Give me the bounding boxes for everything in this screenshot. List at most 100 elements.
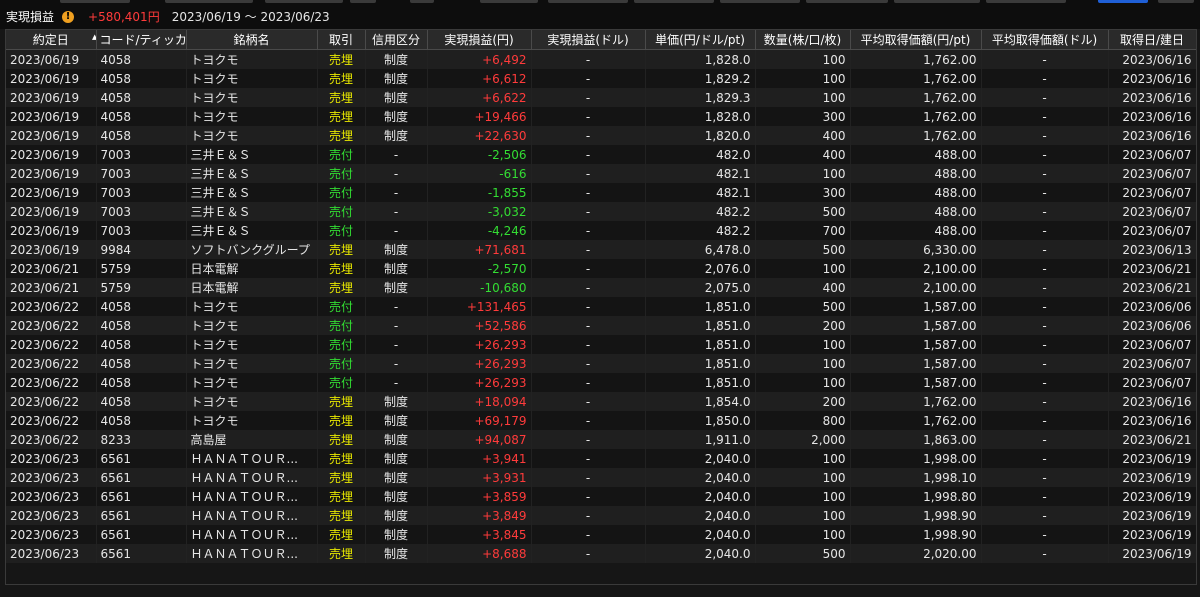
- acquired-date-cell: 2023/06/21: [1108, 278, 1196, 297]
- code-cell: 4058: [96, 107, 187, 126]
- name-cell: ＨＡＮＡＴＯＵＲ...: [186, 544, 318, 563]
- name-cell: トヨクモ: [186, 316, 318, 335]
- column-header-avg-cost-jpy[interactable]: 平均取得価額(円/pt): [850, 30, 982, 50]
- column-header-quantity[interactable]: 数量(株/口/枚): [755, 30, 851, 50]
- trade-type-cell: 売付: [317, 316, 366, 335]
- table-row[interactable]: 2023/06/23 6561 ＨＡＮＡＴＯＵＲ... 売埋 制度 +8,688-2,04…: [6, 544, 1196, 563]
- quantity-cell: 200: [755, 316, 851, 335]
- table-row[interactable]: 2023/06/19 7003 三井Ｅ＆Ｓ 売付 - -3,032-482.2 500 488…: [6, 202, 1196, 221]
- avg-cost-usd-cell: -: [981, 164, 1109, 183]
- table-row[interactable]: 2023/06/22 4058 トヨクモ 売付 - +131,465-1,851.0 500…: [6, 297, 1196, 316]
- code-cell: 7003: [96, 202, 187, 221]
- column-header-trade[interactable]: 取引: [317, 30, 366, 50]
- trade-date-cell: 2023/06/23: [6, 468, 97, 487]
- quantity-cell: 100: [755, 373, 851, 392]
- table-row[interactable]: 2023/06/22 8233 高島屋 売埋 制度 +94,087-1,911.0 2,00…: [6, 430, 1196, 449]
- price-cell: 1,829.3: [645, 88, 756, 107]
- code-cell: 6561: [96, 487, 187, 506]
- realized-pl-jpy-cell: +6,612: [427, 69, 532, 88]
- table-row[interactable]: 2023/06/23 6561 ＨＡＮＡＴＯＵＲ... 売埋 制度 +3,849-2,04…: [6, 506, 1196, 525]
- table-row[interactable]: 2023/06/19 7003 三井Ｅ＆Ｓ 売付 - -616-482.1 100 488.0…: [6, 164, 1196, 183]
- margin-type-cell: -: [365, 335, 428, 354]
- realized-pl-usd-cell: -: [531, 259, 646, 278]
- acquired-date-cell: 2023/06/06: [1108, 297, 1196, 316]
- acquired-date-cell: 2023/06/16: [1108, 88, 1196, 107]
- name-cell: ソフトバンクグループ: [186, 240, 318, 259]
- trade-date-cell: 2023/06/21: [6, 278, 97, 297]
- name-cell: ＨＡＮＡＴＯＵＲ...: [186, 487, 318, 506]
- table-row[interactable]: 2023/06/22 4058 トヨクモ 売埋 制度 +69,179-1,850.0 800…: [6, 411, 1196, 430]
- column-header-name[interactable]: 銘柄名: [186, 30, 318, 50]
- code-cell: 6561: [96, 449, 187, 468]
- table-row[interactable]: 2023/06/22 4058 トヨクモ 売付 - +26,293-1,851.0 100 1…: [6, 354, 1196, 373]
- name-cell: トヨクモ: [186, 88, 318, 107]
- realized-pl-usd-cell: -: [531, 145, 646, 164]
- table-row[interactable]: 2023/06/22 4058 トヨクモ 売付 - +26,293-1,851.0 100 1…: [6, 373, 1196, 392]
- margin-type-cell: -: [365, 297, 428, 316]
- realized-pl-usd-cell: -: [531, 335, 646, 354]
- toolbar-control-hint: [350, 0, 376, 3]
- column-header-avg-cost-usd[interactable]: 平均取得価額(ドル): [981, 30, 1109, 50]
- avg-cost-jpy-cell: 2,100.00: [850, 278, 982, 297]
- trade-type-cell: 売埋: [317, 411, 366, 430]
- trade-type-cell: 売埋: [317, 69, 366, 88]
- trade-type-cell: 売付: [317, 354, 366, 373]
- table-row[interactable]: 2023/06/19 4058 トヨクモ 売埋 制度 +6,622-1,829.3 100 1…: [6, 88, 1196, 107]
- code-cell: 6561: [96, 544, 187, 563]
- trade-date-cell: 2023/06/19: [6, 88, 97, 107]
- table-row[interactable]: 2023/06/23 6561 ＨＡＮＡＴＯＵＲ... 売埋 制度 +3,941-2,04…: [6, 449, 1196, 468]
- realized-pl-usd-cell: -: [531, 221, 646, 240]
- trade-date-cell: 2023/06/22: [6, 373, 97, 392]
- table-row[interactable]: 2023/06/23 6561 ＨＡＮＡＴＯＵＲ... 売埋 制度 +3,845-2,04…: [6, 525, 1196, 544]
- table-row[interactable]: 2023/06/23 6561 ＨＡＮＡＴＯＵＲ... 売埋 制度 +3,931-2,04…: [6, 468, 1196, 487]
- realized-pl-jpy-cell: +3,941: [427, 449, 532, 468]
- margin-type-cell: 制度: [365, 544, 428, 563]
- column-header-margin[interactable]: 信用区分: [365, 30, 428, 50]
- acquired-date-cell: 2023/06/07: [1108, 183, 1196, 202]
- trade-date-cell: 2023/06/19: [6, 221, 97, 240]
- trade-type-cell: 売付: [317, 164, 366, 183]
- column-header-pl-usd[interactable]: 実現損益(ドル): [531, 30, 646, 50]
- table-row[interactable]: 2023/06/19 9984 ソフトバンクグループ 売埋 制度 +71,681-6,47…: [6, 240, 1196, 259]
- price-cell: 2,040.0: [645, 449, 756, 468]
- quantity-cell: 500: [755, 544, 851, 563]
- column-header-acquired-date[interactable]: 取得日/建日: [1108, 30, 1196, 50]
- column-header-trade-date[interactable]: 約定日▲: [6, 30, 97, 50]
- margin-type-cell: -: [365, 164, 428, 183]
- table-row[interactable]: 2023/06/22 4058 トヨクモ 売付 - +26,293-1,851.0 100 1…: [6, 335, 1196, 354]
- table-row[interactable]: 2023/06/21 5759 日本電解 売埋 制度 -10,680-2,075.0 400…: [6, 278, 1196, 297]
- realized-pl-jpy-cell: +6,622: [427, 88, 532, 107]
- realized-pl-jpy-cell: +131,465: [427, 297, 532, 316]
- table-row[interactable]: 2023/06/22 4058 トヨクモ 売付 - +52,586-1,851.0 200 1…: [6, 316, 1196, 335]
- avg-cost-jpy-cell: 1,998.80: [850, 487, 982, 506]
- warning-icon[interactable]: !: [62, 10, 75, 23]
- column-header-pl-jpy[interactable]: 実現損益(円): [427, 30, 532, 50]
- name-cell: トヨクモ: [186, 69, 318, 88]
- trade-date-cell: 2023/06/22: [6, 316, 97, 335]
- price-cell: 2,076.0: [645, 259, 756, 278]
- table-row[interactable]: 2023/06/23 6561 ＨＡＮＡＴＯＵＲ... 売埋 制度 +3,859-2,04…: [6, 487, 1196, 506]
- toolbar-control-hint: [60, 0, 130, 3]
- column-header-code[interactable]: コード/ティッカー: [96, 30, 187, 50]
- trade-date-cell: 2023/06/23: [6, 506, 97, 525]
- code-cell: 4058: [96, 411, 187, 430]
- acquired-date-cell: 2023/06/07: [1108, 221, 1196, 240]
- price-cell: 482.1: [645, 164, 756, 183]
- name-cell: 高島屋: [186, 430, 318, 449]
- trade-date-cell: 2023/06/22: [6, 392, 97, 411]
- table-row[interactable]: 2023/06/19 4058 トヨクモ 売埋 制度 +22,630-1,820.0 400…: [6, 126, 1196, 145]
- realized-pl-usd-cell: -: [531, 126, 646, 145]
- margin-type-cell: 制度: [365, 107, 428, 126]
- column-header-price[interactable]: 単価(円/ドル/pt): [645, 30, 756, 50]
- table-row[interactable]: 2023/06/19 7003 三井Ｅ＆Ｓ 売付 - -1,855-482.1 300 488…: [6, 183, 1196, 202]
- table-row[interactable]: 2023/06/22 4058 トヨクモ 売埋 制度 +18,094-1,854.0 200…: [6, 392, 1196, 411]
- table-row[interactable]: 2023/06/19 4058 トヨクモ 売埋 制度 +19,466-1,828.0 300…: [6, 107, 1196, 126]
- table-row[interactable]: 2023/06/19 4058 トヨクモ 売埋 制度 +6,612-1,829.2 100 1…: [6, 69, 1196, 88]
- table-row[interactable]: 2023/06/19 4058 トヨクモ 売埋 制度 +6,492-1,828.0 100 1…: [6, 49, 1196, 69]
- margin-type-cell: 制度: [365, 88, 428, 107]
- quantity-cell: 100: [755, 468, 851, 487]
- table-row[interactable]: 2023/06/19 7003 三井Ｅ＆Ｓ 売付 - -2,506-482.0 400 488…: [6, 145, 1196, 164]
- table-row[interactable]: 2023/06/21 5759 日本電解 売埋 制度 -2,570-2,076.0 100 2…: [6, 259, 1196, 278]
- table-row[interactable]: 2023/06/19 7003 三井Ｅ＆Ｓ 売付 - -4,246-482.2 700 488…: [6, 221, 1196, 240]
- price-cell: 1,829.2: [645, 69, 756, 88]
